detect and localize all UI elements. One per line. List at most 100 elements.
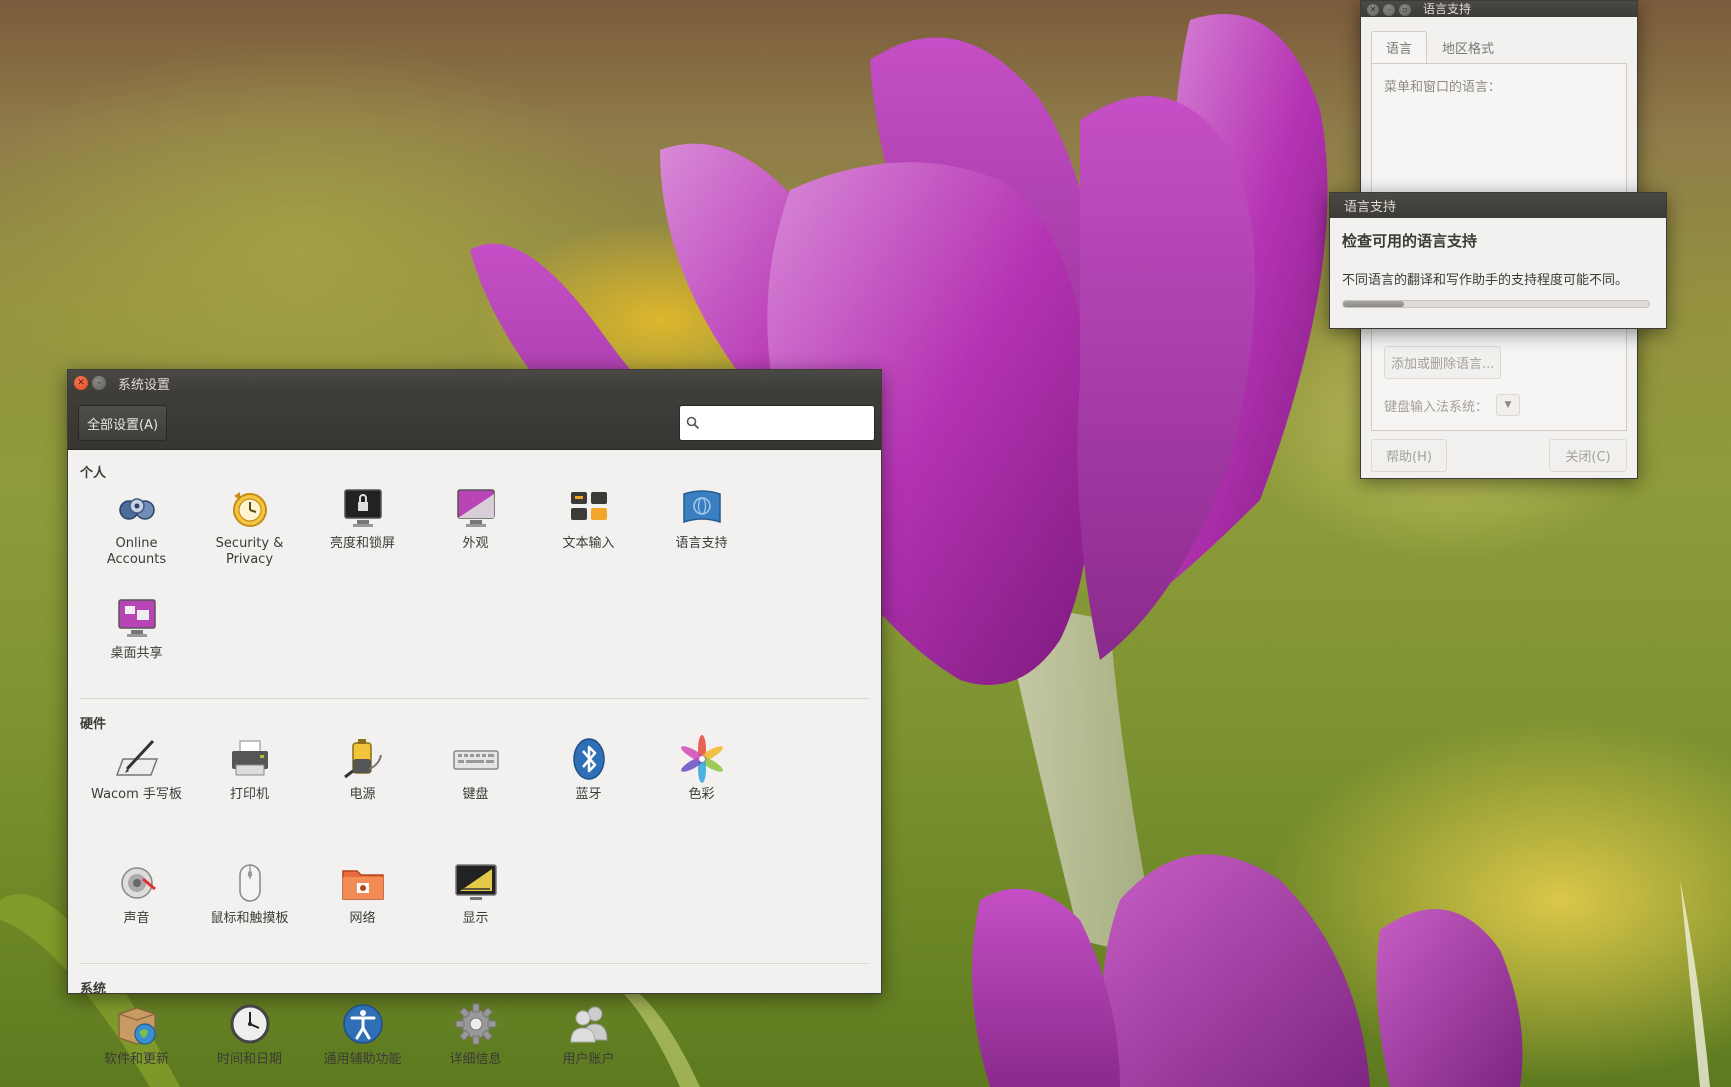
keyboard-input-label: 键盘输入法系统： (1384, 399, 1489, 415)
minimize-window-icon[interactable]: – (92, 376, 106, 390)
universal-access-icon (342, 1004, 383, 1044)
text-entry-icon (570, 492, 607, 520)
bluetooth-icon (572, 738, 605, 780)
close-button[interactable]: 关闭(C) (1549, 439, 1627, 472)
section-title-personal: 个人 (80, 466, 107, 481)
tile-label: 网络 (349, 911, 376, 926)
tile-label: 桌面共享 (110, 646, 163, 661)
software-updates-icon (117, 1007, 156, 1045)
tile-label: 亮度和锁屏 (329, 536, 395, 551)
tile-software-updates[interactable]: 软件和更新 (80, 998, 193, 1087)
display-icon (454, 864, 497, 900)
tile-keyboard[interactable]: 键盘 (419, 733, 532, 845)
tile-text-entry[interactable]: 文本输入 (532, 482, 645, 592)
tile-label: Security & Privacy (215, 536, 284, 567)
tile-brightness-lock[interactable]: 亮度和锁屏 (306, 482, 419, 592)
appearance-icon (456, 489, 495, 527)
section-title-hardware: 硬件 (80, 717, 107, 732)
tile-label: 电源 (349, 787, 376, 802)
tile-details[interactable]: 详细信息 (419, 998, 532, 1087)
all-settings-button[interactable]: 全部设置(A) (78, 404, 168, 441)
system-grid: 软件和更新 时间和日期 通用辅助功能 详细信息 用户账户 (80, 998, 869, 1087)
chevron-down-icon: ▼ (1504, 400, 1512, 410)
minimize-window-icon[interactable]: – (1383, 4, 1395, 16)
close-window-icon[interactable]: ✕ (1367, 4, 1379, 16)
tile-user-accounts[interactable]: 用户账户 (532, 998, 645, 1087)
tile-label: 详细信息 (449, 1052, 502, 1067)
menu-language-label: 菜单和窗口的语言： (1384, 80, 1502, 95)
dialog-message: 不同语言的翻译和写作助手的支持程度可能不同。 (1342, 273, 1629, 288)
dialog-titlebar[interactable]: 语言支持 (1330, 193, 1666, 218)
tile-universal-access[interactable]: 通用辅助功能 (306, 998, 419, 1087)
tile-label: 用户账户 (562, 1052, 615, 1067)
dialog-body: 检查可用的语言支持 不同语言的翻译和写作助手的支持程度可能不同。 (1330, 218, 1666, 308)
add-remove-languages-button[interactable]: 添加或删除语言... (1384, 346, 1502, 379)
maximize-window-icon[interactable]: ▫ (1399, 4, 1411, 16)
language-titlebar[interactable]: ✕ – ▫ 语言支持 (1361, 1, 1637, 17)
hardware-grid: Wacom 手写板 打印机 电源 键盘 蓝牙 色彩 声音 鼠标和触摸板 网络 显… (80, 733, 869, 981)
keyboard-input-row: 键盘输入法系统： ▼ (1384, 394, 1521, 416)
search-box[interactable] (679, 404, 875, 441)
close-window-icon[interactable]: ✕ (74, 376, 88, 390)
keyboard-input-combobox[interactable]: ▼ (1496, 394, 1521, 416)
tile-label: 外观 (462, 536, 489, 551)
tile-printer[interactable]: 打印机 (193, 733, 306, 845)
progress-bar (1342, 300, 1650, 308)
tile-online-accounts[interactable]: Online Accounts (80, 482, 193, 592)
tile-language-support[interactable]: 语言支持 (645, 482, 758, 592)
tile-color[interactable]: 色彩 (645, 733, 758, 845)
tile-sound[interactable]: 声音 (80, 857, 193, 969)
language-tabs: 语言 地区格式 (1361, 17, 1637, 63)
window-title: 系统设置 (118, 377, 171, 393)
security-privacy-icon (232, 492, 267, 527)
personal-grid: Online Accounts Security & Privacy 亮度和锁屏… (80, 482, 869, 702)
tile-label: 色彩 (688, 787, 715, 802)
search-icon (686, 416, 700, 429)
settings-toolbar: 全部设置(A) (68, 396, 881, 450)
tile-label: 显示 (462, 911, 489, 926)
brightness-lock-icon (343, 489, 382, 527)
desktop-sharing-icon (117, 599, 156, 637)
progress-fill (1343, 301, 1405, 307)
search-input[interactable] (704, 415, 874, 430)
tile-security-privacy[interactable]: Security & Privacy (193, 482, 306, 592)
checking-language-dialog: 语言支持 检查可用的语言支持 不同语言的翻译和写作助手的支持程度可能不同。 (1329, 192, 1667, 329)
tab-regional-formats[interactable]: 地区格式 (1427, 31, 1509, 63)
tile-mouse-touchpad[interactable]: 鼠标和触摸板 (193, 857, 306, 969)
tile-desktop-sharing[interactable]: 桌面共享 (80, 592, 193, 702)
section-title-system: 系统 (80, 982, 107, 997)
tile-appearance[interactable]: 外观 (419, 482, 532, 592)
tile-display[interactable]: 显示 (419, 857, 532, 969)
tab-language[interactable]: 语言 (1371, 31, 1428, 63)
tile-network[interactable]: 网络 (306, 857, 419, 969)
online-accounts-icon (118, 498, 155, 520)
tile-label: Online Accounts (106, 536, 167, 567)
power-icon (343, 739, 382, 779)
tile-label: 时间和日期 (216, 1052, 282, 1067)
tile-power[interactable]: 电源 (306, 733, 419, 845)
settings-titlebar[interactable]: ✕ – 系统设置 (68, 370, 881, 396)
window-title: 语言支持 (1423, 2, 1472, 16)
dialog-title: 语言支持 (1344, 200, 1397, 215)
tile-label: 蓝牙 (575, 787, 602, 802)
tile-label: 通用辅助功能 (323, 1052, 402, 1067)
wacom-tablet-icon (115, 739, 158, 776)
tile-wacom-tablet[interactable]: Wacom 手写板 (80, 733, 193, 845)
tile-time-date[interactable]: 时间和日期 (193, 998, 306, 1087)
settings-body: 个人 Online Accounts Security & Privacy 亮度… (68, 450, 881, 1087)
tile-label: 文本输入 (562, 536, 615, 551)
sound-icon (120, 867, 156, 899)
keyboard-icon (452, 750, 499, 770)
help-button[interactable]: 帮助(H) (1371, 439, 1447, 472)
mouse-touchpad-icon (238, 864, 261, 902)
printer-icon (231, 740, 268, 776)
details-icon (455, 1003, 496, 1045)
language-footer: 帮助(H) 关闭(C) (1361, 431, 1637, 480)
section-separator (80, 698, 869, 699)
language-support-icon (682, 490, 721, 524)
tile-bluetooth[interactable]: 蓝牙 (532, 733, 645, 845)
tile-label: 声音 (123, 911, 150, 926)
tile-label: Wacom 手写板 (91, 787, 182, 802)
time-date-icon (230, 1004, 269, 1044)
tile-label: 打印机 (229, 787, 269, 802)
